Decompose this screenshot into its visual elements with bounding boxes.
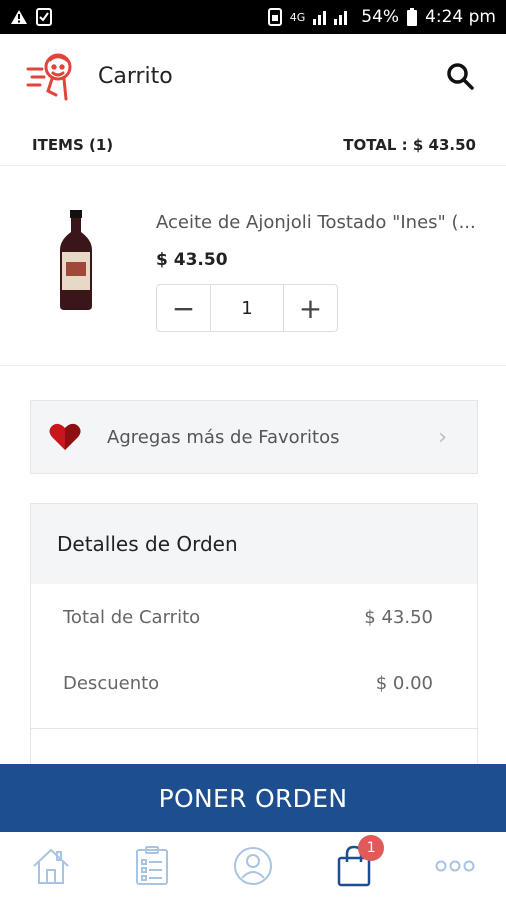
cart-count-badge: 1 bbox=[358, 835, 385, 861]
order-details-card: Detalles de Orden Total de Carrito $ 43.… bbox=[30, 503, 478, 803]
order-row-value: $ 43.50 bbox=[364, 606, 433, 628]
order-details-title: Detalles de Orden bbox=[31, 504, 477, 584]
search-icon[interactable] bbox=[446, 62, 474, 90]
user-icon bbox=[233, 847, 272, 885]
home-icon bbox=[32, 848, 69, 884]
clipboard-icon bbox=[135, 846, 168, 885]
checklist-icon bbox=[36, 8, 52, 26]
decrease-button[interactable]: − bbox=[157, 285, 210, 331]
add-favorites-link[interactable]: Agregas más de Favoritos › bbox=[30, 400, 478, 474]
signal-icon bbox=[313, 11, 348, 25]
status-left bbox=[10, 8, 52, 26]
nav-cart[interactable]: 1 bbox=[324, 835, 385, 891]
place-order-button[interactable]: PONER ORDEN bbox=[0, 764, 506, 832]
nav-home[interactable] bbox=[21, 841, 81, 891]
product-image[interactable] bbox=[58, 210, 94, 310]
cart-summary: ITEMS (1) TOTAL : $ 43.50 bbox=[0, 124, 506, 166]
divider bbox=[31, 728, 477, 729]
battery-percent: 54% bbox=[361, 7, 400, 27]
product-price: $ 43.50 bbox=[156, 250, 228, 270]
quantity-value: 1 bbox=[210, 285, 284, 331]
battery-icon bbox=[407, 8, 418, 26]
quantity-stepper: − 1 + bbox=[156, 284, 338, 332]
order-row-label: Total de Carrito bbox=[63, 606, 201, 628]
items-count: ITEMS (1) bbox=[32, 135, 114, 154]
order-row-value: $ 0.00 bbox=[375, 672, 433, 694]
more-dots-icon bbox=[435, 860, 475, 872]
app-bar: Carrito bbox=[0, 34, 506, 118]
status-right: 4G 54% 4:24 pm bbox=[267, 7, 496, 27]
cart-total: TOTAL : $ 43.50 bbox=[343, 135, 476, 154]
order-row-discount: Descuento $ 0.00 bbox=[31, 650, 477, 716]
product-name[interactable]: Aceite de Ajonjoli Tostado "Ines" (... bbox=[156, 212, 480, 233]
warning-icon bbox=[11, 10, 27, 24]
increase-button[interactable]: + bbox=[284, 285, 337, 331]
cart-item: Aceite de Ajonjoli Tostado "Ines" (... $… bbox=[0, 178, 506, 366]
bottom-nav: 1 bbox=[0, 832, 506, 900]
chevron-right-icon: › bbox=[438, 424, 447, 450]
delivery-logo-icon bbox=[26, 53, 72, 101]
page-title: Carrito bbox=[98, 63, 173, 89]
order-row-label: Descuento bbox=[63, 672, 160, 694]
nav-profile[interactable] bbox=[223, 841, 283, 891]
nav-orders[interactable] bbox=[122, 841, 182, 891]
heart-icon bbox=[49, 423, 81, 450]
order-row-cart-total: Total de Carrito $ 43.50 bbox=[31, 584, 477, 650]
network-type: 4G bbox=[289, 10, 306, 24]
clock: 4:24 pm bbox=[425, 7, 496, 27]
status-bar: 4G 54% 4:24 pm bbox=[0, 0, 506, 34]
favorites-label: Agregas más de Favoritos bbox=[107, 426, 340, 448]
nav-more[interactable] bbox=[425, 841, 485, 891]
sim-icon bbox=[267, 8, 282, 26]
